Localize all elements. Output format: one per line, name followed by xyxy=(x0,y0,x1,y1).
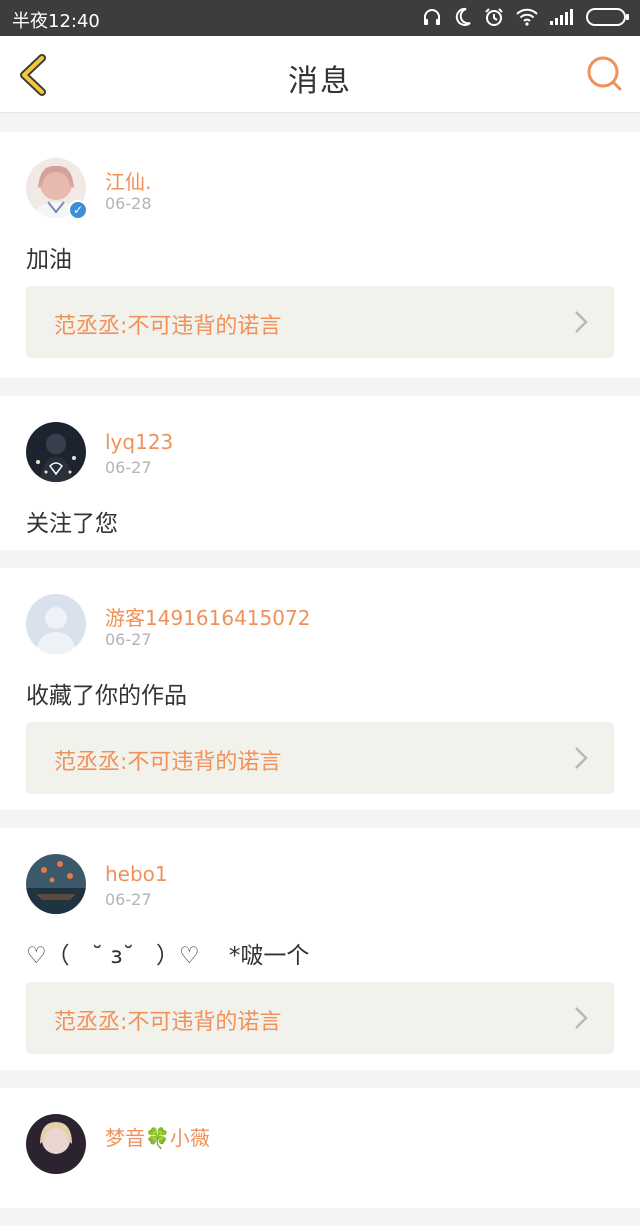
referenced-work-title: 范丞丞:不可违背的诺言 xyxy=(54,1010,282,1035)
user-avatar[interactable] xyxy=(26,1114,86,1174)
search-icon[interactable] xyxy=(584,54,624,94)
username[interactable]: lyq123 xyxy=(105,430,173,454)
referenced-work[interactable]: 范丞丞:不可违背的诺言 xyxy=(26,982,614,1054)
message-list: ✓ 江仙. 06-28 加油 范丞丞:不可违背的诺言 lyq123 06-27 … xyxy=(0,132,640,1226)
message-card: 梦音🍀小薇 xyxy=(0,1088,640,1208)
referenced-work[interactable]: 范丞丞:不可违背的诺言 xyxy=(26,286,614,358)
username[interactable]: 梦音🍀小薇 xyxy=(105,1122,210,1151)
page-title: 消息 xyxy=(288,64,352,99)
message-content: 加油 xyxy=(26,247,72,273)
battery-icon xyxy=(586,8,629,26)
username[interactable]: 江仙. xyxy=(105,166,151,195)
referenced-work[interactable]: 范丞丞:不可违背的诺言 xyxy=(26,722,614,794)
message-date: 06-27 xyxy=(105,458,152,477)
message-content: 关注了您 xyxy=(26,511,118,537)
message-content: 收藏了你的作品 xyxy=(26,683,187,709)
message-date: 06-27 xyxy=(105,630,152,649)
status-time: 半夜12:40 xyxy=(12,11,100,32)
username[interactable]: 游客1491616415072 xyxy=(105,602,310,631)
message-card: hebo1 06-27 ♡（ ˘ з˘ ）♡ *啵一个 范丞丞:不可违背的诺言 xyxy=(0,828,640,1070)
signal-icon xyxy=(550,9,573,25)
chevron-right-icon xyxy=(575,747,588,769)
referenced-work-title: 范丞丞:不可违背的诺言 xyxy=(54,750,282,775)
username[interactable]: hebo1 xyxy=(105,862,168,886)
status-icons xyxy=(422,7,630,27)
message-card: 游客1491616415072 06-27 收藏了你的作品 范丞丞:不可违背的诺… xyxy=(0,568,640,810)
user-avatar[interactable] xyxy=(26,422,86,482)
status-bar: 半夜12:40 xyxy=(0,0,640,36)
alarm-icon xyxy=(485,8,503,26)
verified-badge: ✓ xyxy=(68,200,88,220)
moon-icon xyxy=(455,7,471,26)
wifi-icon xyxy=(516,8,538,26)
referenced-work-title: 范丞丞:不可违背的诺言 xyxy=(54,314,282,339)
chevron-right-icon xyxy=(575,1007,588,1029)
message-date: 06-27 xyxy=(105,890,152,909)
message-card: ✓ 江仙. 06-28 加油 范丞丞:不可违背的诺言 xyxy=(0,132,640,378)
default-avatar[interactable] xyxy=(26,594,86,654)
message-date: 06-28 xyxy=(105,194,152,213)
header-bar: 消息 xyxy=(0,36,640,113)
message-card: lyq123 06-27 关注了您 xyxy=(0,396,640,550)
headphones-icon xyxy=(424,9,440,25)
user-avatar[interactable] xyxy=(26,854,86,914)
message-content: ♡（ ˘ з˘ ）♡ *啵一个 xyxy=(26,943,310,969)
chevron-right-icon xyxy=(575,311,588,333)
